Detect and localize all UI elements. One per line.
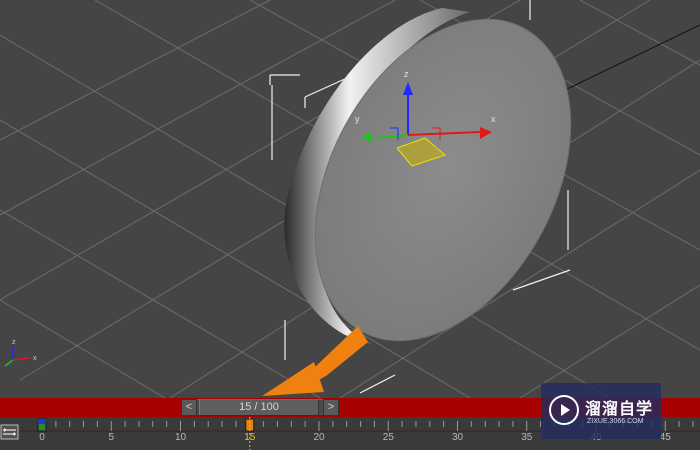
gizmo-z-label: z	[404, 69, 409, 79]
perspective-viewport[interactable]: z y x z x	[0, 0, 700, 398]
timeline-label: 30	[451, 432, 464, 443]
timeline-label: 5	[108, 432, 115, 443]
filter-icon[interactable]	[0, 422, 20, 442]
gizmo-x-label: x	[491, 114, 496, 124]
timeline-label: 20	[313, 432, 325, 443]
timeline-label: 0	[39, 432, 45, 443]
time-slider-thumb[interactable]: 15 / 100	[199, 400, 319, 415]
next-frame-button[interactable]: >	[323, 399, 339, 416]
time-slider[interactable]: < 15 / 100 >	[181, 399, 339, 416]
gizmo-y-label: y	[355, 114, 360, 124]
timeline-label: 35	[521, 432, 533, 443]
disc-object[interactable]	[263, 0, 622, 384]
timeline-label: 25	[382, 432, 394, 443]
timeline-label: 15	[244, 432, 256, 443]
tripod-z-label: z	[12, 339, 16, 346]
keyframe-marker-top	[38, 419, 46, 424]
timeline-label: 45	[659, 432, 671, 443]
watermark-title: 溜溜自学	[585, 401, 654, 418]
timeline-label: 10	[174, 432, 187, 443]
watermark-url: ZIXUE.3066.COM	[587, 418, 644, 425]
play-logo-icon	[549, 395, 579, 425]
previous-frame-button[interactable]: <	[181, 399, 197, 416]
arrow-annotation	[262, 326, 368, 396]
axis-tripod-icon: z x	[4, 339, 37, 367]
tripod-x-label: x	[33, 355, 37, 362]
time-slider-track[interactable]: 15 / 100	[197, 399, 323, 416]
watermark: 溜溜自学 ZIXUE.3066.COM	[541, 383, 661, 439]
